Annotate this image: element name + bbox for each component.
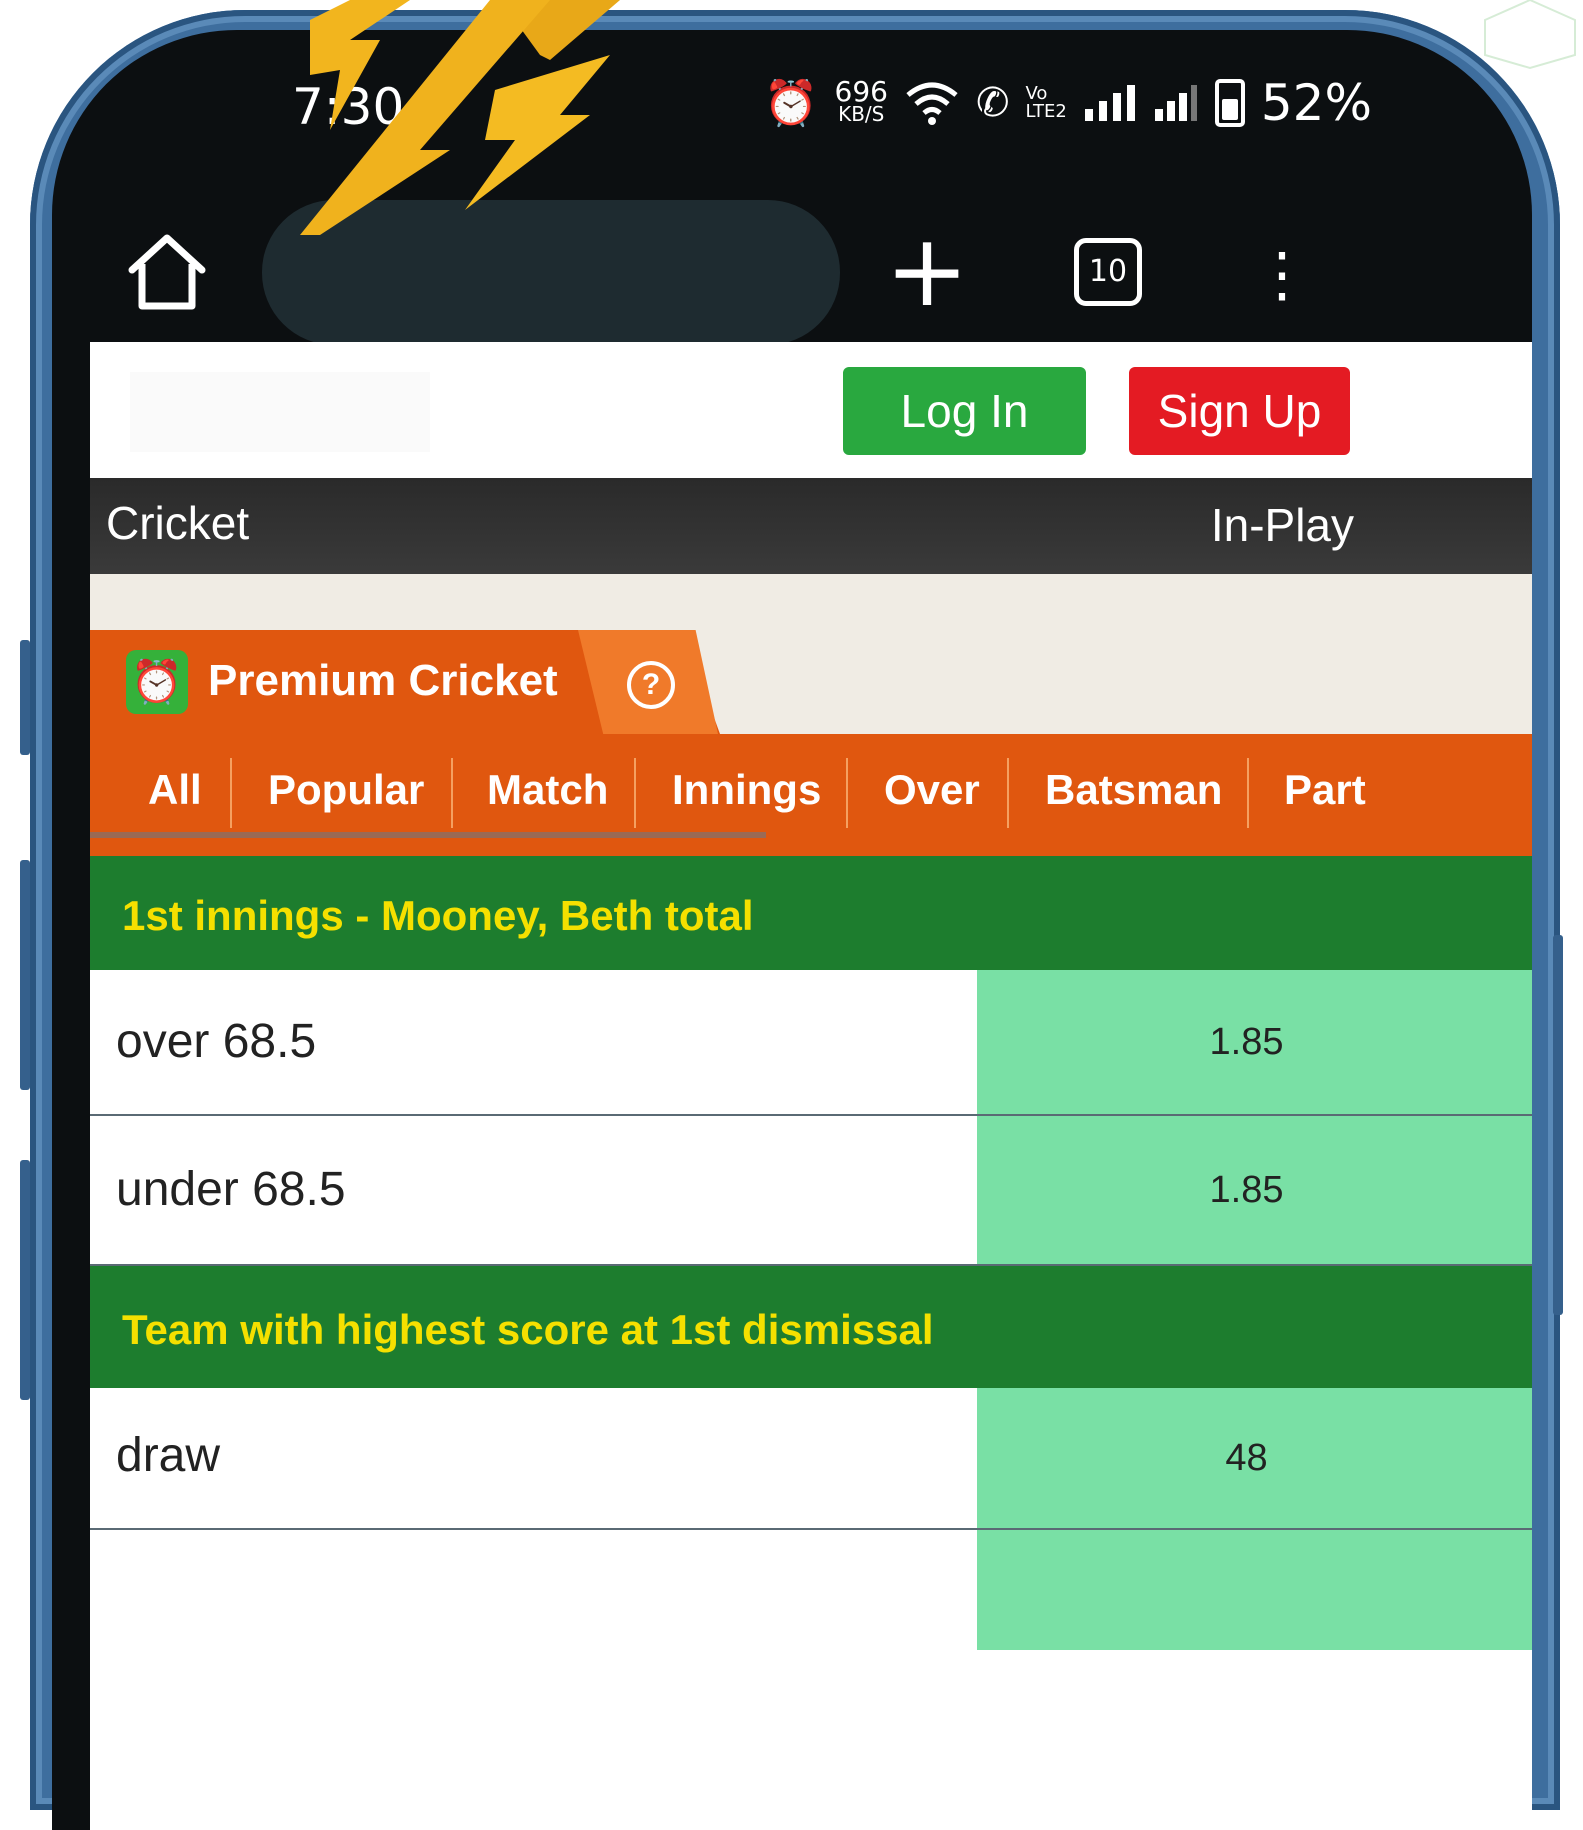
- lightning-bolt-icon: [300, 0, 620, 235]
- site-logo[interactable]: [130, 372, 430, 452]
- power-button: [1553, 935, 1563, 1315]
- market-title: 1st innings - Mooney, Beth total: [122, 892, 754, 939]
- clock-icon: ⏰: [126, 650, 188, 714]
- tab-popular[interactable]: Popular: [268, 760, 424, 820]
- tab-switcher-button[interactable]: 10: [1074, 238, 1142, 306]
- web-page: Log In Sign Up Cricket In-Play ⏰ Premium…: [90, 342, 1532, 1830]
- tab-match[interactable]: Match: [487, 760, 608, 820]
- odds-value: 1.85: [1209, 1169, 1284, 1211]
- tab-divider: [1007, 758, 1009, 828]
- inplay-link[interactable]: In-Play: [1211, 498, 1354, 552]
- premium-strip: ⏰ Premium Cricket ?: [90, 574, 1532, 734]
- selection-row: under 68.5 1.85: [90, 1116, 1532, 1266]
- tab-divider: [634, 758, 636, 828]
- status-bar: 7:30 ⏰ 696 KB/S ✆ Vo LTE2 52%: [52, 30, 1532, 180]
- phone-screen: 7:30 ⏰ 696 KB/S ✆ Vo LTE2 52% + 10 ⋮ Log…: [52, 30, 1532, 1830]
- selection-row: over 68.5 1.85: [90, 970, 1532, 1116]
- odds-button[interactable]: [977, 1530, 1532, 1650]
- wifi-icon: [906, 82, 958, 125]
- market-title: Team with highest score at 1st dismissal: [122, 1306, 934, 1353]
- sport-bar: Cricket In-Play: [90, 478, 1532, 574]
- alarm-icon: ⏰: [763, 78, 819, 129]
- network-speed-value: 696: [834, 75, 888, 108]
- selection-label: draw: [116, 1429, 221, 1482]
- hexagon-watermark-icon: [1484, 0, 1576, 70]
- browser-menu-icon[interactable]: ⋮: [1252, 235, 1312, 315]
- market-header: Team with highest score at 1st dismissal: [90, 1266, 1532, 1388]
- volume-button: [20, 640, 30, 755]
- battery-icon: [1214, 79, 1245, 127]
- volte-bottom: LTE2: [1025, 101, 1067, 122]
- network-speed-unit: KB/S: [838, 102, 885, 126]
- premium-title: Premium Cricket: [208, 656, 558, 705]
- market-tabs: All Popular Match Innings Over Batsman P…: [90, 734, 1532, 856]
- odds-button[interactable]: 1.85: [977, 970, 1532, 1114]
- selection-row: draw 48: [90, 1388, 1532, 1530]
- network-speed: 696 KB/S: [834, 75, 888, 126]
- selection-label: over 68.5: [116, 1015, 317, 1068]
- tab-divider: [451, 758, 453, 828]
- tab-innings[interactable]: Innings: [672, 760, 821, 820]
- tab-divider: [1247, 758, 1249, 828]
- login-button[interactable]: Log In: [843, 367, 1086, 455]
- odds-value: 1.85: [1209, 1021, 1284, 1063]
- site-header: Log In Sign Up: [90, 342, 1532, 478]
- odds-button[interactable]: 1.85: [977, 1116, 1532, 1264]
- side-button-lower: [20, 1160, 30, 1400]
- tab-part[interactable]: Part: [1284, 760, 1366, 820]
- selection-label: under 68.5: [116, 1163, 346, 1216]
- tab-divider: [846, 758, 848, 828]
- tab-divider: [230, 758, 232, 828]
- tab-scroll-indicator: [90, 832, 766, 838]
- signup-button[interactable]: Sign Up: [1129, 367, 1350, 455]
- signal-icon-1: [1084, 85, 1135, 121]
- side-button: [20, 860, 30, 1090]
- odds-button[interactable]: 48: [977, 1388, 1532, 1528]
- tab-batsman[interactable]: Batsman: [1045, 760, 1222, 820]
- volte-indicator: Vo LTE2: [1025, 85, 1066, 121]
- odds-value: 48: [1225, 1437, 1268, 1479]
- signal-icon-2: [1154, 85, 1197, 121]
- home-icon[interactable]: [122, 228, 212, 318]
- tab-all[interactable]: All: [148, 760, 202, 820]
- selection-row-partial: [90, 1530, 1532, 1650]
- wifi-calling-icon: ✆: [975, 80, 1010, 126]
- new-tab-button[interactable]: +: [867, 215, 987, 335]
- help-icon[interactable]: ?: [627, 661, 675, 709]
- sport-title: Cricket: [106, 497, 250, 549]
- status-icons: ⏰ 696 KB/S ✆ Vo LTE2 52%: [764, 74, 1372, 132]
- battery-percent: 52%: [1260, 74, 1372, 132]
- tab-over[interactable]: Over: [884, 760, 980, 820]
- market-header: 1st innings - Mooney, Beth total: [90, 856, 1532, 970]
